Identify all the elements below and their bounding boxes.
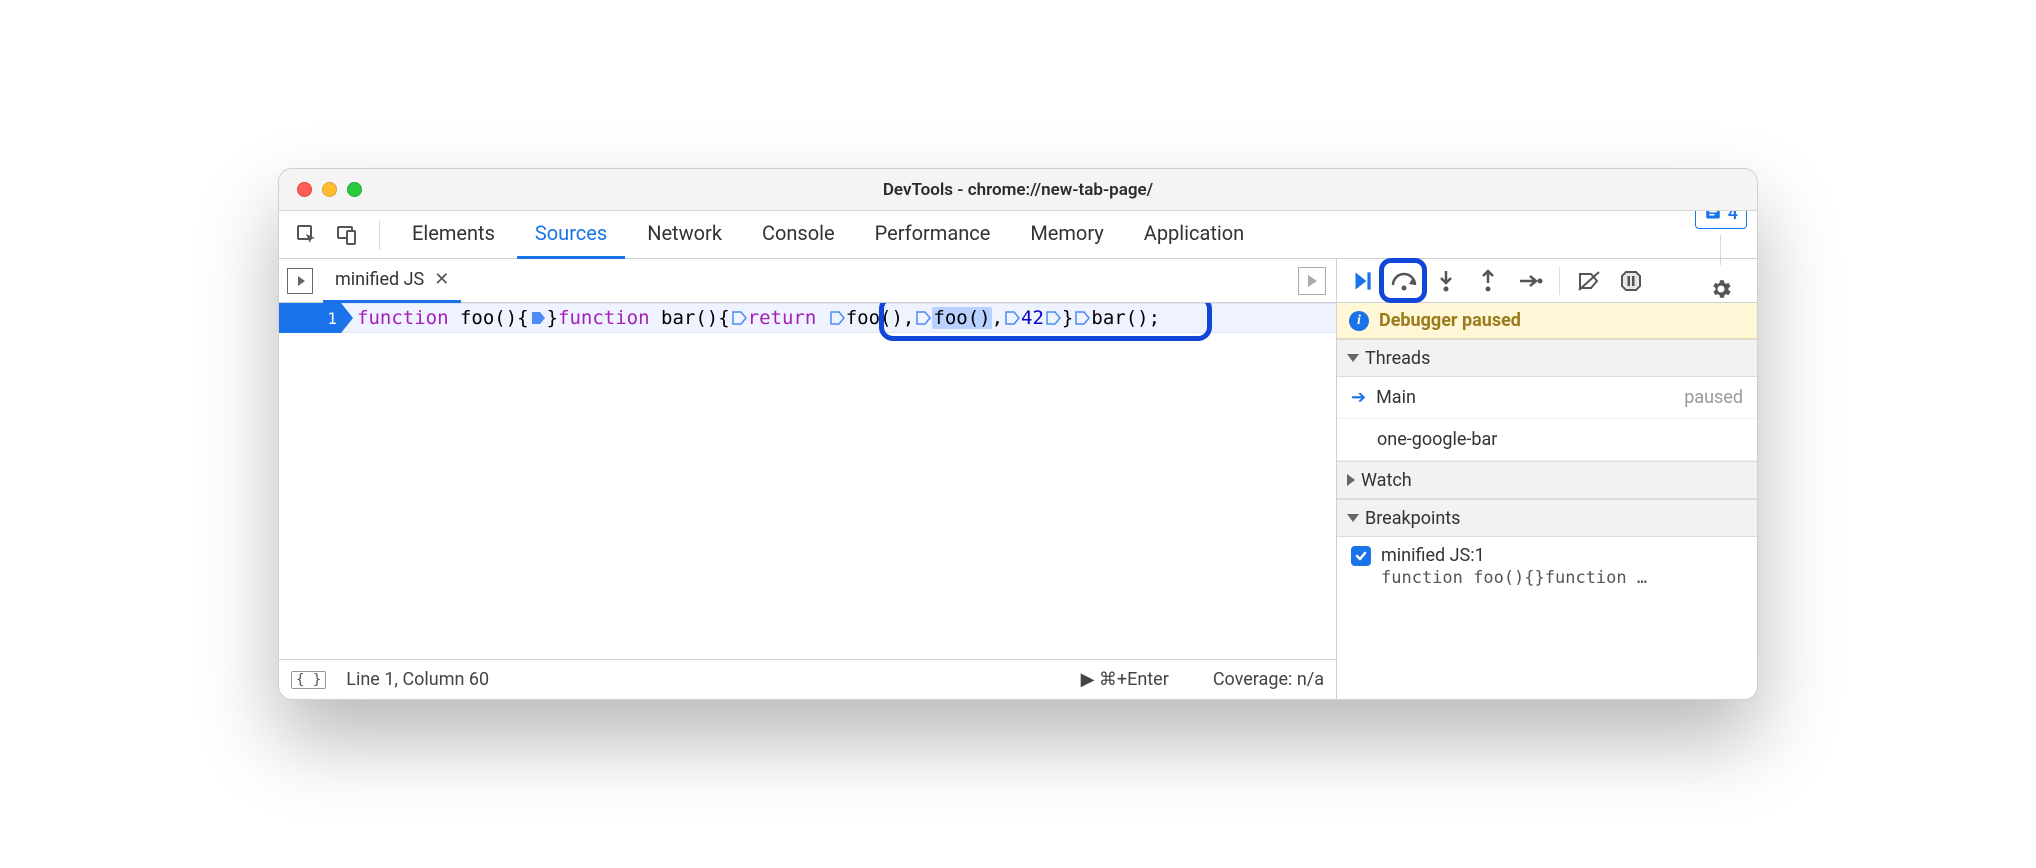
file-tab-name: minified JS [335,269,424,290]
breakpoint-item[interactable]: minified JS:1 function foo(){}function … [1337,537,1757,598]
execution-marker-icon [1045,310,1061,326]
run-snippet-button[interactable] [1298,267,1326,295]
zoom-window-button[interactable] [347,182,362,197]
thread-item[interactable]: one-google-bar [1337,419,1757,461]
main-tabs: Elements Sources Network Console Perform… [279,211,1757,259]
collapse-icon [1347,474,1355,486]
debugger-pane: i Debugger paused Threads ➔ Main paused … [1337,259,1757,699]
window-title: DevTools - chrome://new-tab-page/ [293,180,1743,200]
tab-memory[interactable]: Memory [1012,211,1121,259]
window-controls [297,182,362,197]
tab-sources[interactable]: Sources [517,211,625,259]
coverage-status: Coverage: n/a [1213,669,1324,690]
file-tabs: minified JS ✕ [279,259,1336,303]
threads-label: Threads [1365,348,1430,369]
expand-icon [1347,514,1359,522]
editor-statusbar: { } Line 1, Column 60 ▶ ⌘+Enter Coverage… [279,659,1336,699]
thread-name: Main [1376,387,1416,408]
minimize-window-button[interactable] [322,182,337,197]
tab-console[interactable]: Console [744,211,853,259]
resume-button[interactable] [1345,264,1379,298]
separator [379,220,380,250]
execution-marker-icon [530,310,546,326]
step-over-button[interactable] [1387,264,1421,298]
debugger-status: i Debugger paused [1337,303,1757,339]
step-button[interactable] [1513,264,1547,298]
pretty-print-button[interactable]: { } [291,671,326,689]
navigator-toggle-button[interactable] [287,268,313,294]
tab-performance[interactable]: Performance [857,211,1009,259]
code-line: 1 function foo(){}function bar(){return … [279,303,1336,333]
execution-marker-icon [1004,310,1020,326]
watch-section-header[interactable]: Watch [1337,461,1757,499]
inspect-element-button[interactable] [289,217,325,253]
devtools-window: DevTools - chrome://new-tab-page/ Elemen… [278,168,1758,700]
titlebar: DevTools - chrome://new-tab-page/ [279,169,1757,211]
cursor-position: Line 1, Column 60 [346,669,489,690]
execution-marker-icon [829,310,845,326]
tab-elements[interactable]: Elements [394,211,513,259]
run-hint: ▶ ⌘+Enter [1081,669,1169,690]
expand-icon [1347,354,1359,362]
breakpoints-section-header[interactable]: Breakpoints [1337,499,1757,537]
current-thread-icon: ➔ [1351,387,1366,408]
thread-main[interactable]: ➔ Main paused [1337,377,1757,419]
line-number[interactable]: 1 [279,303,341,333]
breakpoint-preview: function foo(){}function … [1381,568,1743,588]
threads-section-header[interactable]: Threads [1337,339,1757,377]
tab-application[interactable]: Application [1126,211,1262,259]
deactivate-breakpoints-button[interactable] [1572,264,1606,298]
execution-marker-icon [1074,310,1090,326]
execution-marker-icon [731,310,747,326]
debugger-status-text: Debugger paused [1379,310,1521,331]
thread-name: one-google-bar [1377,429,1497,450]
code-content: function foo(){}function bar(){return fo… [341,307,1160,329]
thread-status: paused [1684,387,1743,408]
pause-on-exceptions-button[interactable] [1614,264,1648,298]
execution-marker-icon [915,310,931,326]
info-icon: i [1349,311,1369,331]
breakpoint-checkbox[interactable] [1351,546,1371,566]
watch-label: Watch [1361,470,1412,491]
code-editor[interactable]: 1 function foo(){}function bar(){return … [279,303,1336,659]
editor-pane: minified JS ✕ 1 function foo(){}function… [279,259,1337,699]
close-window-button[interactable] [297,182,312,197]
sources-body: minified JS ✕ 1 function foo(){}function… [279,259,1757,699]
breakpoint-label: minified JS:1 [1381,545,1485,566]
debugger-toolbar [1337,259,1757,303]
breakpoints-label: Breakpoints [1365,508,1460,529]
tab-network[interactable]: Network [629,211,740,259]
close-file-button[interactable]: ✕ [434,269,449,290]
current-execution-point: foo() [932,307,991,329]
step-out-button[interactable] [1471,264,1505,298]
device-toolbar-button[interactable] [329,217,365,253]
step-into-button[interactable] [1429,264,1463,298]
file-tab-active[interactable]: minified JS ✕ [323,259,461,303]
separator [1559,267,1560,295]
